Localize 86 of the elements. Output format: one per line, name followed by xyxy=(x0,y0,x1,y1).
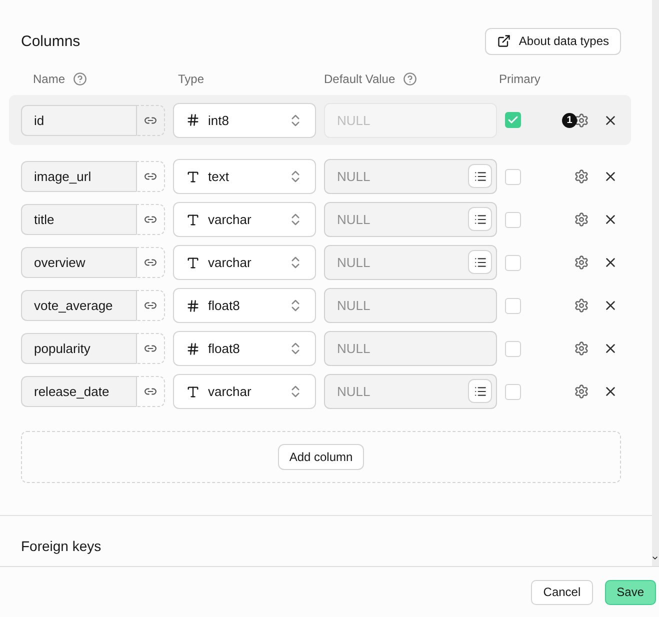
link-button[interactable] xyxy=(136,247,165,278)
primary-checkbox[interactable] xyxy=(505,340,521,356)
close-icon xyxy=(603,169,618,184)
list-icon xyxy=(474,256,486,268)
type-select[interactable]: text xyxy=(173,159,316,194)
list-button[interactable] xyxy=(468,250,492,274)
default-value-field[interactable]: NULL xyxy=(324,245,497,280)
column-heading: Type xyxy=(178,72,204,86)
text-type-icon xyxy=(186,256,200,270)
hash-icon xyxy=(186,298,200,312)
text-type-icon xyxy=(186,170,200,184)
column-heading: Primary xyxy=(499,72,540,86)
list-icon xyxy=(474,212,486,226)
default-value-field[interactable]: NULL xyxy=(324,159,497,194)
section-title: Columns xyxy=(21,32,80,50)
primary-checkbox[interactable] xyxy=(505,384,521,400)
hash-icon xyxy=(186,113,200,127)
settings-icon xyxy=(574,341,589,356)
scrollbar[interactable] xyxy=(652,0,659,566)
list-icon xyxy=(474,384,486,398)
name-field[interactable]: id xyxy=(21,104,136,136)
type-select[interactable]: float8 xyxy=(173,288,316,323)
default-value-field[interactable]: NULL xyxy=(324,374,497,409)
link-button[interactable] xyxy=(136,104,165,136)
default-value-field[interactable]: NULL xyxy=(324,288,497,323)
list-button[interactable] xyxy=(468,207,492,231)
type-select[interactable]: varchar xyxy=(173,202,316,237)
default-value-field[interactable]: NULL xyxy=(324,202,497,237)
type-select[interactable]: varchar xyxy=(173,245,316,280)
close-button[interactable] xyxy=(603,341,618,356)
link-button[interactable] xyxy=(136,376,165,407)
check-icon xyxy=(507,114,519,126)
link-button[interactable] xyxy=(136,333,165,364)
section-title: Foreign keys xyxy=(21,538,102,554)
list-button[interactable] xyxy=(468,164,492,188)
hash-icon xyxy=(186,342,200,356)
list-icon xyxy=(474,170,486,182)
link-button[interactable] xyxy=(136,204,165,235)
type-select[interactable]: int8 xyxy=(173,102,316,138)
close-button[interactable] xyxy=(603,169,618,184)
close-icon xyxy=(603,341,618,356)
help-icon xyxy=(73,72,88,86)
default-value-field[interactable]: NULL xyxy=(324,331,497,366)
close-icon xyxy=(603,212,618,227)
text-type-icon xyxy=(186,212,200,226)
list-button[interactable] xyxy=(468,379,492,403)
settings-icon xyxy=(574,112,589,128)
type-select[interactable]: varchar xyxy=(173,374,316,409)
name-field[interactable]: overview xyxy=(21,247,136,278)
name-field[interactable]: image_url xyxy=(21,161,136,192)
cancel-button[interactable]: Cancel xyxy=(531,580,593,604)
text-type-icon xyxy=(186,384,200,398)
name-field[interactable]: title xyxy=(21,204,136,235)
link-button[interactable] xyxy=(136,161,165,192)
save-button[interactable]: Save xyxy=(604,580,656,604)
primary-checkbox[interactable] xyxy=(505,298,521,314)
name-field[interactable]: popularity xyxy=(21,333,136,364)
close-icon xyxy=(603,255,618,270)
close-button[interactable] xyxy=(603,298,618,313)
settings-icon xyxy=(574,212,589,227)
settings-icon xyxy=(574,298,589,313)
link-button[interactable] xyxy=(136,290,165,321)
settings-icon xyxy=(574,255,589,270)
primary-checkbox[interactable] xyxy=(505,168,521,184)
count-badge: 1 xyxy=(562,112,577,128)
close-button[interactable] xyxy=(603,255,618,270)
close-icon xyxy=(603,298,618,313)
add-column-button[interactable]: Add column xyxy=(278,444,364,470)
close-button[interactable] xyxy=(603,384,618,399)
type-select[interactable]: float8 xyxy=(173,331,316,366)
column-heading: Name xyxy=(33,72,66,86)
help-icon xyxy=(403,72,418,86)
settings-icon xyxy=(574,169,589,184)
name-field[interactable]: vote_average xyxy=(21,290,136,321)
settings-button[interactable] xyxy=(574,112,589,128)
name-field[interactable]: release_date xyxy=(21,376,136,407)
external-link-icon xyxy=(496,34,511,48)
primary-checkbox[interactable] xyxy=(505,254,521,270)
chevron-down-icon xyxy=(651,554,659,562)
primary-checkbox[interactable] xyxy=(505,212,521,228)
about-data-types-button[interactable]: About data types xyxy=(484,28,621,54)
column-heading: Default Value xyxy=(324,72,396,86)
close-icon xyxy=(603,384,618,399)
close-button[interactable] xyxy=(603,212,618,227)
primary-checkbox[interactable] xyxy=(505,112,521,128)
settings-icon xyxy=(574,384,589,399)
